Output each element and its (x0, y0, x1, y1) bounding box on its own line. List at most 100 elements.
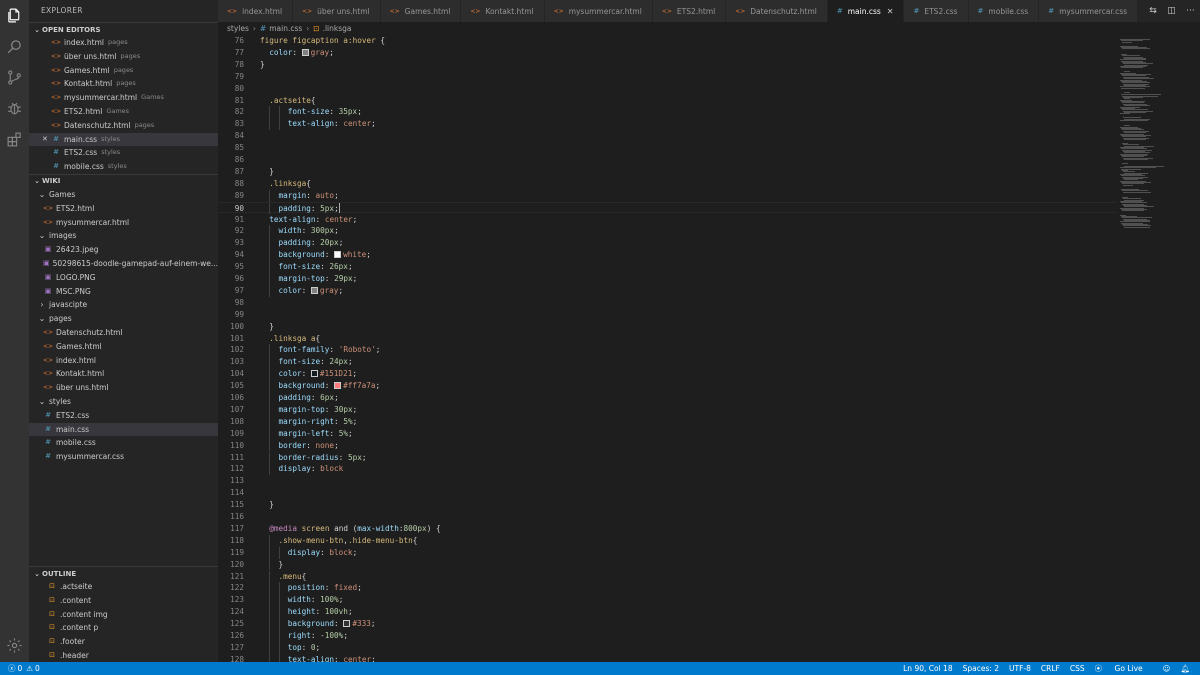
code-text: .actseite{ (269, 95, 315, 107)
selector-symbol-icon: ⊡ (49, 595, 55, 604)
tab-label: mysummercar.html (568, 6, 642, 16)
tab-mysummercar-css[interactable]: # mysummercar.css (1039, 0, 1139, 22)
tab-mysummercar-html[interactable]: <> mysummercar.html (544, 0, 653, 22)
tree-file[interactable]: <> Games.html (29, 340, 218, 354)
outline-header[interactable]: ⌄ OUTLINE (29, 566, 218, 580)
language-mode[interactable]: CSS (1070, 664, 1085, 673)
encoding[interactable]: UTF-8 (1009, 664, 1031, 673)
outline-item[interactable]: ⊡ .content (29, 594, 218, 608)
open-editor-item[interactable]: <> über uns.html pages (29, 50, 218, 64)
tab-ets2-html[interactable]: <> ETS2.html (652, 0, 727, 22)
color-swatch[interactable] (334, 382, 342, 390)
code-line: 114 (218, 487, 1116, 499)
open-editor-item[interactable]: <> ETS2.html Games (29, 105, 218, 119)
files-icon[interactable] (5, 6, 24, 25)
breadcrumb-symbol[interactable]: .linksga (323, 24, 352, 33)
tab-datenschutz-html[interactable]: <> Datenschutz.html (726, 0, 828, 22)
go-live-button[interactable]: ⦿ Go Live (1095, 663, 1153, 674)
tree-file[interactable]: <> index.html (29, 354, 218, 368)
warning-count[interactable]: 0 (35, 664, 40, 673)
compare-icon[interactable]: ⇆ (1149, 6, 1157, 16)
tab-main-css[interactable]: # main.css ✕ (827, 0, 905, 22)
tree-folder[interactable]: ⌄ pages (29, 312, 218, 326)
tab-index-html[interactable]: <> index.html (218, 0, 294, 22)
indentation[interactable]: Spaces: 2 (963, 664, 999, 673)
open-editor-item[interactable]: <> Kontakt.html pages (29, 77, 218, 91)
line-number: 87 (234, 166, 244, 176)
chevron-down-icon: ⌄ (38, 189, 46, 199)
color-swatch[interactable] (310, 370, 318, 378)
breadcrumb-file[interactable]: main.css (269, 24, 302, 33)
bell-icon[interactable]: 🔔︎ (1180, 664, 1190, 673)
tree-folder[interactable]: ⌄ Games (29, 188, 218, 202)
feedback-icon[interactable]: ☺ (1163, 664, 1171, 673)
outline-item[interactable]: ⊡ .footer (29, 635, 218, 649)
indent-guide (269, 225, 271, 238)
minimap[interactable] (1116, 35, 1200, 662)
tree-item-label: Datenschutz.html (56, 327, 123, 337)
tree-file[interactable]: # ETS2.css (29, 409, 218, 423)
color-swatch[interactable] (334, 251, 342, 259)
indent-guide (269, 582, 271, 595)
tree-file[interactable]: # mobile.css (29, 436, 218, 450)
tree-file[interactable]: ▣ LOGO.PNG (29, 271, 218, 285)
tab--ber-uns-html[interactable]: <> über uns.html (293, 0, 381, 22)
code-line: 105 background: #ff7a7a; (218, 380, 1116, 392)
code-token: : (310, 203, 321, 213)
line-number: 103 (230, 357, 244, 367)
outline-item[interactable]: ⊡ .content img (29, 608, 218, 622)
close-icon[interactable]: ✕ (887, 7, 894, 16)
open-editor-item[interactable]: <> mysummercar.html Games (29, 91, 218, 105)
tree-file[interactable]: <> Kontakt.html (29, 367, 218, 381)
html-file-icon: <> (43, 204, 54, 212)
tab-label: mysummercar.css (1059, 6, 1128, 16)
open-editor-item[interactable]: # ETS2.css styles (29, 146, 218, 160)
cursor-position[interactable]: Ln 90, Col 18 (903, 664, 952, 673)
open-editors-header[interactable]: ⌄ OPEN EDITORS (29, 22, 218, 36)
code-editor[interactable]: 76 figure figcaption a:hover {77 color: gr… (218, 35, 1116, 662)
error-icon[interactable]: ⓧ (8, 663, 16, 674)
end-of-line[interactable]: CRLF (1041, 664, 1060, 673)
tree-file[interactable]: ▣ 50298615-doodle-gamepad-auf-einem-we... (29, 257, 218, 271)
tab-mobile-css[interactable]: # mobile.css (968, 0, 1040, 22)
open-editor-item[interactable]: <> index.html pages (29, 36, 218, 50)
outline-item[interactable]: ⊡ .actseite (29, 580, 218, 594)
close-icon[interactable]: ✕ (42, 133, 51, 147)
source-control-icon[interactable] (5, 68, 24, 87)
settings-gear-icon[interactable] (5, 636, 24, 655)
search-icon[interactable] (5, 37, 24, 56)
color-swatch[interactable] (301, 48, 309, 56)
tree-file[interactable]: ▣ MSC.PNG (29, 285, 218, 299)
warning-icon[interactable]: ⚠ (26, 664, 33, 673)
extensions-icon[interactable] (5, 130, 24, 149)
tab-kontakt-html[interactable]: <> Kontakt.html (461, 0, 545, 22)
workspace-header[interactable]: ⌄ WIKI (29, 173, 218, 188)
tab-ets2-css[interactable]: # ETS2.css (904, 0, 969, 22)
tree-file[interactable]: # mysummercar.css (29, 450, 218, 464)
tree-file[interactable]: # main.css (29, 422, 218, 437)
color-swatch[interactable] (310, 286, 318, 294)
split-editor-icon[interactable]: ◫ (1167, 6, 1176, 16)
breadcrumb-folder[interactable]: styles (227, 24, 249, 33)
tree-folder[interactable]: ⌄ styles (29, 395, 218, 409)
open-editor-folder: styles (107, 162, 127, 171)
code-token: margin (278, 190, 307, 200)
tree-file[interactable]: <> ETS2.html (29, 202, 218, 216)
outline-item[interactable]: ⊡ .content p (29, 621, 218, 635)
tree-folder[interactable]: › javascipte (29, 298, 218, 312)
outline-item[interactable]: ⊡ .header (29, 649, 218, 662)
error-count[interactable]: 0 (18, 664, 23, 673)
open-editor-item[interactable]: ✕ # main.css styles (29, 132, 218, 147)
more-actions-icon[interactable]: ··· (1186, 6, 1195, 16)
tree-folder[interactable]: ⌄ images (29, 229, 218, 243)
open-editor-item[interactable]: # mobile.css styles (29, 160, 218, 174)
tree-file[interactable]: <> Datenschutz.html (29, 326, 218, 340)
open-editor-item[interactable]: <> Games.html pages (29, 64, 218, 78)
tree-file[interactable]: ▣ 26423.jpeg (29, 243, 218, 257)
tab-games-html[interactable]: <> Games.html (380, 0, 462, 22)
color-swatch[interactable] (343, 620, 351, 628)
open-editor-item[interactable]: <> Datenschutz.html pages (29, 119, 218, 133)
tree-file[interactable]: <> über uns.html (29, 381, 218, 395)
debug-icon[interactable] (5, 99, 24, 118)
tree-file[interactable]: <> mysummercar.html (29, 216, 218, 230)
